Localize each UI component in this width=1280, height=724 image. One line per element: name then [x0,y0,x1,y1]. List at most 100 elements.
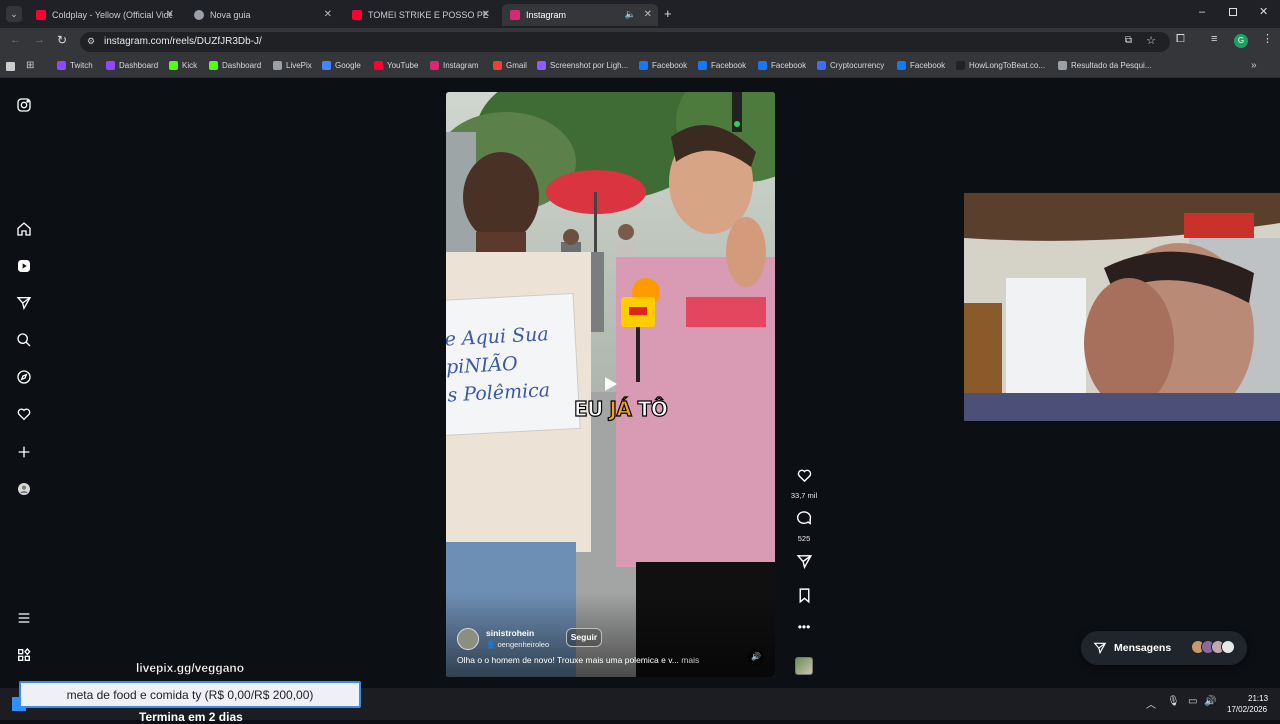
author-avatar[interactable] [457,628,479,650]
reel-video[interactable]: e Aqui Sua piNIÃO s Polêmica EU JÁ TÔ si… [446,92,775,677]
back-icon[interactable]: ← [10,34,21,46]
microphone-icon[interactable]: 🎙 [1167,696,1180,707]
collab-row[interactable]: 👤 oengenheiroleo [486,640,549,649]
close-tab-icon[interactable]: ✕ [644,9,652,20]
video-caption-overlay: EU JÁ TÔ [573,396,668,421]
caption-word: EU [573,396,610,421]
media-control-icon[interactable]: ≡ [1211,33,1217,45]
forward-icon[interactable]: → [34,34,45,46]
install-app-icon[interactable]: ⧉ [1125,35,1132,46]
bookmark-item[interactable]: Kick [169,61,197,70]
bookmark-star-icon[interactable]: ☆ [1146,34,1156,47]
messages-label: Mensagens [1114,642,1172,654]
livepix-link-text: livepix.gg/veggano [136,661,245,675]
close-tab-icon[interactable]: ✕ [166,9,174,20]
bookmark-item[interactable]: Resultado da Pesqui... [1058,61,1152,70]
bookmark-item[interactable]: Facebook [897,61,945,70]
bookmark-item[interactable]: Screenshot por Ligh... [537,61,628,70]
bookmark-favicon-icon [817,61,826,70]
tab-search-button[interactable]: ⌄ [6,6,22,22]
minimize-icon[interactable]: – [1199,6,1205,18]
messages-button[interactable]: Mensagens [1081,631,1247,665]
mute-button[interactable]: 🔊 [748,649,764,665]
tab-tomei-strike[interactable]: TOMEI STRIKE E POSSO PERDER O CANAL ✕ [344,4,496,26]
profile-icon[interactable] [15,480,33,498]
youtube-favicon-icon [36,10,46,20]
clock-time[interactable]: 21:13 [1248,694,1268,703]
close-tab-icon[interactable]: ✕ [482,9,490,20]
bookmark-item[interactable]: Dashboard [106,61,158,70]
close-tab-icon[interactable]: ✕ [324,9,332,20]
tab-coldplay[interactable]: Coldplay - Yellow (Official Video) ✕ [28,4,180,26]
clock-date[interactable]: 17/02/2026 [1227,705,1267,714]
tray-chevron-icon[interactable]: ︿ [1146,696,1156,711]
bookmark-item[interactable]: Twitch [57,61,93,70]
volume-icon[interactable]: 🔊 [1204,696,1216,707]
bookmark-folder-icon[interactable] [6,62,15,71]
bookmark-item[interactable]: Facebook [639,61,687,70]
heart-icon[interactable] [15,405,33,423]
globe-favicon-icon [194,10,204,20]
share-action[interactable] [789,553,819,575]
restore-icon[interactable] [1229,8,1237,16]
extensions-icon[interactable]: ⧠ [1176,33,1185,46]
network-icon[interactable]: ▭ [1188,696,1197,707]
bookmark-label: Kick [182,61,198,70]
save-action[interactable] [789,587,819,609]
audio-thumbnail[interactable] [795,657,813,675]
like-action[interactable]: 33,7 mil [789,467,819,500]
tab-nova-guia[interactable]: Nova guia ✕ [186,4,338,26]
caption-word: TÔ [631,396,668,421]
bookmark-favicon-icon [57,61,66,70]
bookmark-item[interactable]: LivePix [273,61,312,70]
speaker-icon[interactable]: 🔈 [625,9,636,20]
bookmark-item[interactable]: Google [322,61,361,70]
new-tab-button[interactable]: + [664,6,672,21]
bookmark-favicon-icon [758,61,767,70]
tab-title: Nova guia [210,10,251,20]
bookmark-favicon-icon [493,61,502,70]
bookmark-item[interactable]: Facebook [758,61,806,70]
browser-menu-icon[interactable]: ⋮ [1262,32,1273,45]
apps-grid-icon[interactable]: ⊞ [26,60,34,71]
bookmark-item[interactable]: Gmail [493,61,527,70]
bookmark-label: Facebook [652,61,688,70]
create-icon[interactable] [15,443,33,461]
tab-instagram[interactable]: Instagram 🔈 ✕ [502,4,658,26]
explore-icon[interactable] [15,368,33,386]
follow-button[interactable]: Seguir [566,628,602,647]
bookmark-item[interactable]: HowLongToBeat.co... [956,61,1045,70]
reel-description: Olha o o homem de novo! Trouxe mais uma … [457,655,737,665]
direct-icon[interactable] [15,294,33,312]
protest-sign-text: e Aqui Sua piNIÃO s Polêmica [446,323,551,407]
close-window-icon[interactable]: ✕ [1259,5,1268,18]
bookmark-favicon-icon [430,61,439,70]
bookmark-item[interactable]: Cryptocurrency [817,61,884,70]
more-bookmarks-icon[interactable]: » [1251,60,1257,71]
more-link[interactable]: mais [681,655,699,665]
more-options-action[interactable]: ••• [789,620,819,634]
comment-action[interactable]: 525 [789,510,819,543]
reload-icon[interactable]: ↻ [57,33,67,47]
bookmark-label: Dashboard [222,61,262,70]
bookmark-item[interactable]: YouTube [374,61,418,70]
bookmark-label: Facebook [711,61,747,70]
author-username[interactable]: sinistrohein [486,628,534,638]
menu-icon[interactable] [15,609,33,627]
play-button[interactable] [601,375,619,393]
bookmark-item[interactable]: Facebook [698,61,746,70]
bookmark-favicon-icon [956,61,965,70]
bookmark-item[interactable]: Instagram [430,61,479,70]
apps-icon[interactable] [15,646,33,664]
address-bar[interactable]: ⚙ instagram.com/reels/DUZfJR3Db-J/ ⧉ ☆ [80,32,1170,52]
bookmark-label: Cryptocurrency [830,61,885,70]
site-info-icon[interactable]: ⚙ [87,36,95,47]
bookmark-item[interactable]: Dashboard [209,61,261,70]
home-icon[interactable] [15,220,33,238]
instagram-logo-icon[interactable] [15,96,33,114]
search-icon[interactable] [15,331,33,349]
tab-title: Coldplay - Yellow (Official Video) [52,10,172,20]
youtube-favicon-icon [352,10,362,20]
profile-avatar[interactable]: G [1234,34,1248,48]
reels-icon[interactable] [15,257,33,275]
